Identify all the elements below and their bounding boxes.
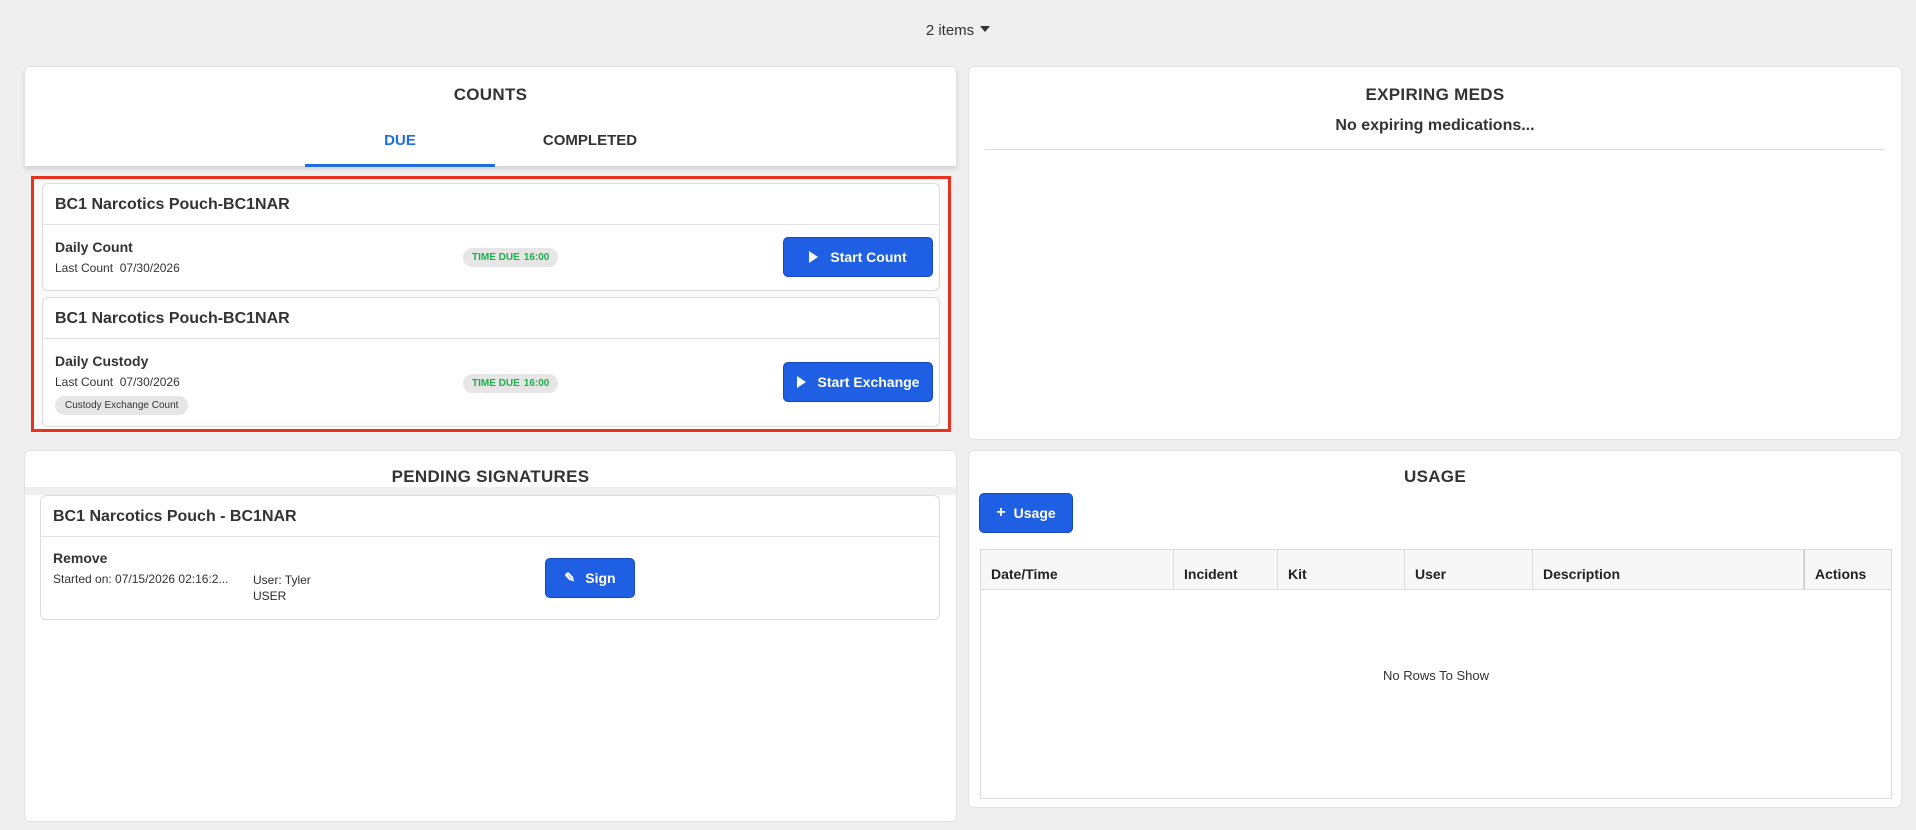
column-kit[interactable]: Kit bbox=[1278, 550, 1405, 589]
time-due-badge: TIME DUE 16:00 bbox=[463, 248, 559, 267]
usage-title: USAGE bbox=[1404, 467, 1466, 486]
usage-panel: USAGE + Usage Date/Time Incident Kit Use… bbox=[968, 450, 1902, 808]
counts-tabs: DUE COMPLETED bbox=[305, 123, 685, 167]
column-actions[interactable]: Actions bbox=[1804, 550, 1891, 589]
time-due-value: 16:00 bbox=[523, 252, 550, 263]
pending-card-header: BC1 Narcotics Pouch - BC1NAR bbox=[41, 496, 939, 537]
plus-icon: + bbox=[996, 504, 1006, 521]
time-due-label: TIME DUE bbox=[472, 378, 520, 389]
usage-table: Date/Time Incident Kit User Description … bbox=[980, 549, 1892, 799]
column-user[interactable]: User bbox=[1405, 550, 1533, 589]
tab-completed[interactable]: COMPLETED bbox=[495, 123, 685, 167]
count-card-header: BC1 Narcotics Pouch-BC1NAR bbox=[43, 184, 939, 225]
chevron-down-icon bbox=[980, 26, 991, 32]
expiring-meds-panel: EXPIRING MEDS No expiring medications... bbox=[968, 66, 1902, 440]
time-due-badge: TIME DUE 16:00 bbox=[463, 374, 559, 393]
pencil-icon: ✎ bbox=[564, 570, 576, 585]
table-header: Date/Time Incident Kit User Description … bbox=[981, 550, 1891, 590]
count-card-header: BC1 Narcotics Pouch-BC1NAR bbox=[43, 298, 939, 339]
divider bbox=[985, 149, 1885, 150]
sign-label: Sign bbox=[585, 570, 616, 586]
last-count-date: 07/30/2026 bbox=[119, 261, 180, 275]
column-incident[interactable]: Incident bbox=[1174, 550, 1278, 589]
play-icon bbox=[809, 251, 819, 263]
play-icon bbox=[796, 376, 806, 388]
last-count-label: Last Count bbox=[55, 261, 114, 275]
start-count-button[interactable]: Start Count bbox=[783, 237, 933, 277]
pending-signatures-title: PENDING SIGNATURES bbox=[391, 467, 590, 486]
time-due-label: TIME DUE bbox=[472, 252, 520, 263]
pending-user-role: USER bbox=[253, 589, 287, 603]
tab-due[interactable]: DUE bbox=[305, 123, 495, 167]
last-count-line: Last Count 07/30/2026 bbox=[55, 261, 180, 275]
add-usage-button[interactable]: + Usage bbox=[979, 493, 1073, 533]
pending-user: User: Tyler USER bbox=[253, 572, 311, 604]
sign-button[interactable]: ✎ Sign bbox=[545, 558, 635, 598]
pending-card-info: Remove Started on: 07/15/2026 02:16:2... bbox=[53, 550, 228, 586]
time-due-value: 16:00 bbox=[523, 378, 550, 389]
column-date-time[interactable]: Date/Time bbox=[981, 550, 1174, 589]
started-on: Started on: 07/15/2026 02:16:2... bbox=[53, 572, 229, 586]
expiring-meds-title: EXPIRING MEDS bbox=[1365, 85, 1505, 104]
items-selector-label: 2 items bbox=[925, 22, 975, 39]
pending-signature-card: BC1 Narcotics Pouch - BC1NAR Remove Star… bbox=[40, 495, 940, 620]
count-card-info: Daily Custody Last Count 07/30/2026 Cust… bbox=[55, 353, 189, 415]
last-count-label: Last Count bbox=[55, 375, 114, 389]
count-card: BC1 Narcotics Pouch-BC1NAR Daily Custody… bbox=[42, 297, 940, 427]
count-card-title: Daily Count bbox=[55, 239, 133, 255]
divider bbox=[25, 487, 956, 495]
items-selector[interactable]: 2 items bbox=[0, 22, 1916, 39]
add-usage-label: Usage bbox=[1013, 505, 1056, 521]
pending-signatures-panel: PENDING SIGNATURES BC1 Narcotics Pouch -… bbox=[24, 450, 957, 822]
last-count-line: Last Count 07/30/2026 bbox=[55, 375, 188, 389]
counts-panel: COUNTS DUE COMPLETED bbox=[24, 66, 957, 167]
due-counts-list: BC1 Narcotics Pouch-BC1NAR Daily Count L… bbox=[31, 176, 951, 432]
start-exchange-label: Start Exchange bbox=[817, 374, 920, 390]
count-card-info: Daily Count Last Count 07/30/2026 bbox=[55, 239, 180, 275]
start-count-label: Start Count bbox=[830, 249, 907, 265]
usage-empty: No Rows To Show bbox=[1383, 668, 1489, 683]
start-exchange-button[interactable]: Start Exchange bbox=[783, 362, 933, 402]
count-card: BC1 Narcotics Pouch-BC1NAR Daily Count L… bbox=[42, 183, 940, 291]
column-description[interactable]: Description bbox=[1533, 550, 1804, 589]
count-card-title: Daily Custody bbox=[55, 353, 149, 369]
expiring-meds-empty: No expiring medications... bbox=[1335, 117, 1535, 134]
last-count-date: 07/30/2026 bbox=[119, 375, 180, 389]
pending-action: Remove bbox=[53, 550, 108, 566]
pending-user-name: User: Tyler bbox=[253, 573, 311, 587]
counts-title: COUNTS bbox=[453, 85, 528, 104]
custody-exchange-chip: Custody Exchange Count bbox=[55, 396, 189, 415]
